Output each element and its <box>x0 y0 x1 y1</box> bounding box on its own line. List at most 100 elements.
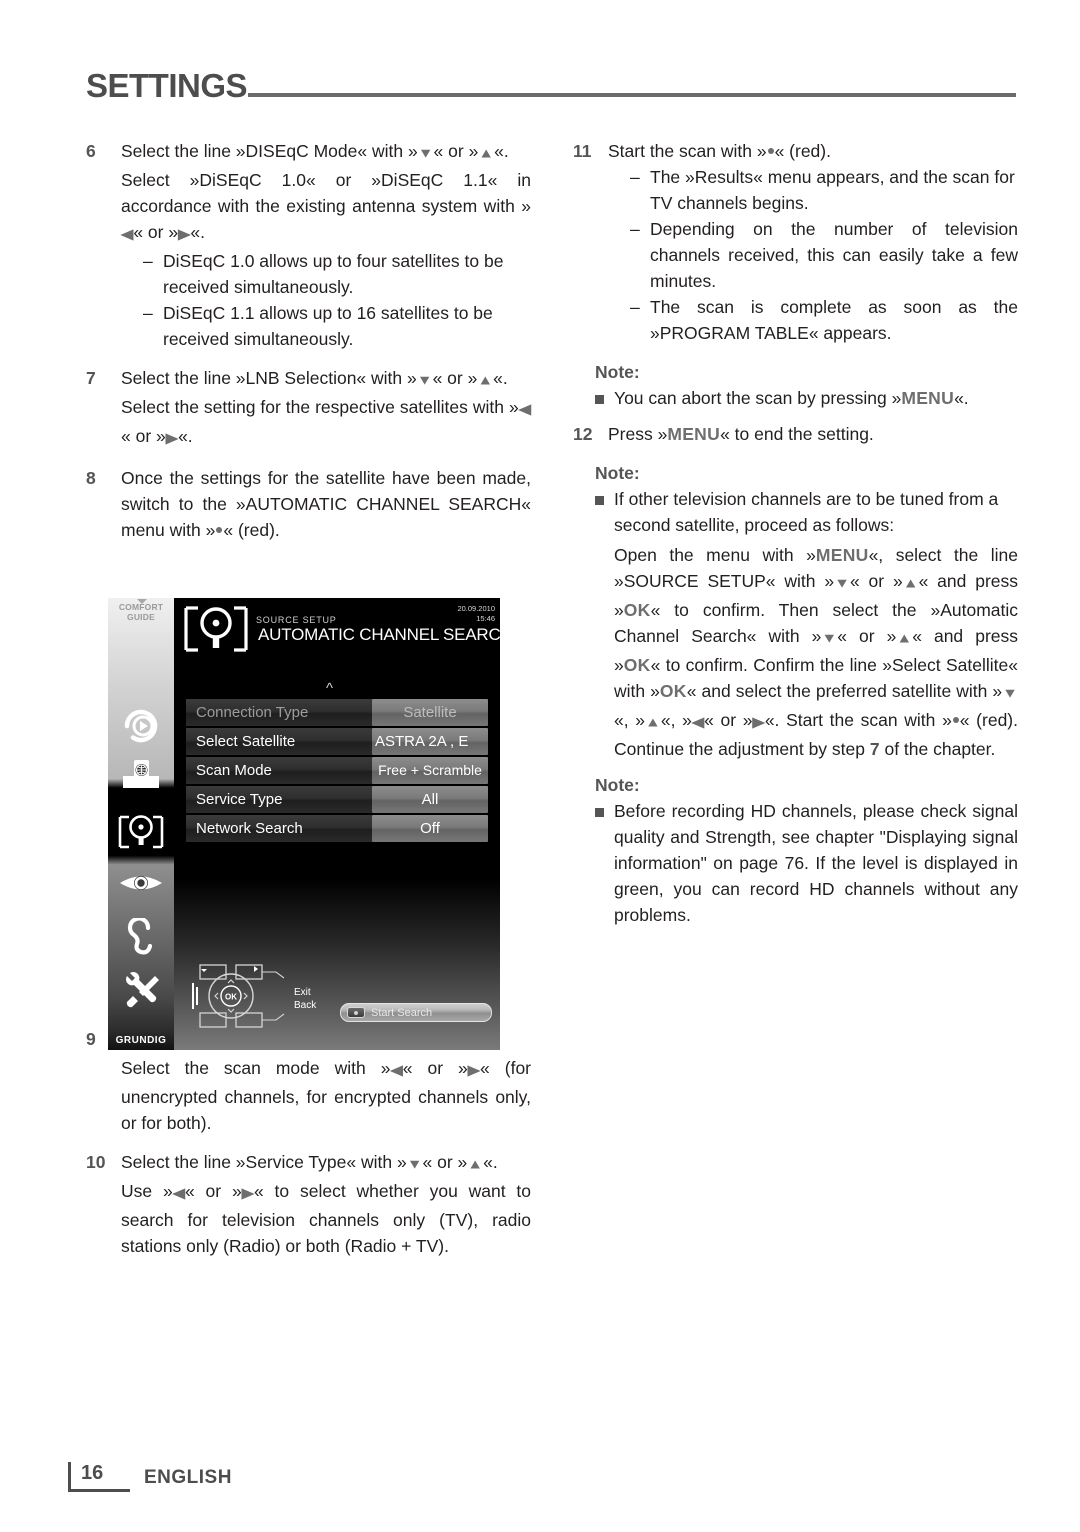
step-11-line1-b: « (red). <box>774 141 831 161</box>
menu-breadcrumb: SOURCE SETUP <box>256 615 337 625</box>
step-11-number: 11 <box>573 141 592 161</box>
page-number: 16 <box>81 1462 104 1484</box>
navigation-pad-diagram: OK <box>192 957 292 1040</box>
tv-sidebar: COMFORT GUIDE GRUNDIG <box>108 598 174 1050</box>
ear-icon <box>127 916 153 955</box>
step-7-line1: Select the line »LNB Selection« with »▼«… <box>121 365 531 394</box>
menu-title: AUTOMATIC CHANNEL SEARCH <box>258 625 500 644</box>
step-10-line1-a: Select the line »Service Type« with » <box>121 1152 407 1172</box>
menu-row-value[interactable]: ASTRA 2A , E <box>372 728 488 755</box>
step-8-line1: Once the settings for the satellite have… <box>121 465 531 543</box>
brand-logo: GRUNDIG <box>115 1035 167 1046</box>
step-8: 8 Once the settings for the satellite ha… <box>86 465 531 543</box>
arrow-left-icon: ◀ <box>390 1063 403 1078</box>
sidebar-item-source-setup-selected[interactable] <box>108 813 174 856</box>
arrow-right-icon: ▶ <box>165 431 179 446</box>
satellite-dish-icon <box>118 815 164 849</box>
key-menu-label: MENU <box>901 388 955 408</box>
menu-row-value[interactable]: Free + Scramble <box>372 757 488 784</box>
tv-main-area: SOURCE SETUP AUTOMATIC CHANNEL SEARCH 20… <box>174 598 500 1050</box>
arrow-right-icon: ▶ <box>178 227 191 242</box>
menu-row-network-search[interactable]: Network Search Off <box>186 815 488 842</box>
step-10-line2-b: « or » <box>185 1181 242 1201</box>
menu-satellite-logo <box>182 604 250 661</box>
step-11-line1-a: Start the scan with » <box>608 141 767 161</box>
menu-row-value[interactable]: All <box>372 786 488 813</box>
step-6-dash-1-text: DiSEqC 1.0 allows up to four satellites … <box>163 251 504 297</box>
menu-row-connection-type[interactable]: Connection Type Satellite <box>186 699 488 726</box>
step-7-line2-b: « or » <box>121 426 166 446</box>
n2-p15: of the chapter. <box>879 739 996 759</box>
step-6: 6 Select the line »DISEqC Mode« with »▼«… <box>86 138 531 352</box>
start-search-button[interactable]: Start Search <box>340 1003 492 1022</box>
key-ok-label: OK <box>659 681 687 701</box>
arrow-up-icon: ▲ <box>467 1157 484 1172</box>
step-10-line2-a: Use » <box>121 1181 173 1201</box>
step-8-line1-b: « (red). <box>223 520 280 540</box>
step-6-line2-b: « or » <box>133 222 179 242</box>
n2-p13: «. Start the scan with » <box>764 710 952 730</box>
arrow-up-icon: ▲ <box>902 576 919 591</box>
globe-screen-icon <box>123 760 159 788</box>
key-menu-label: MENU <box>815 545 869 565</box>
arrow-up-icon: ▲ <box>477 373 494 388</box>
menu-row-value[interactable]: Off <box>372 815 488 842</box>
step-10-line1-b: « or » <box>422 1152 468 1172</box>
note-2-paragraph: Open the menu with »MENU«, select the li… <box>614 542 1018 762</box>
nav-exit-label: Exit <box>294 987 311 998</box>
comfort-line-1: COMFORT <box>118 602 164 612</box>
sidebar-item-media[interactable] <box>108 706 174 751</box>
step-7-line2: Select the setting for the respective sa… <box>121 394 531 452</box>
menu-rows: Connection Type Satellite Select Satelli… <box>186 699 488 844</box>
arrow-left-icon: ◀ <box>172 1186 185 1201</box>
arrow-down-icon: ▼ <box>416 373 433 388</box>
step-6-line2: Select »DiSEqC 1.0« or »DiSEqC 1.1« in a… <box>121 167 531 248</box>
step-6-dash-1: – DiSEqC 1.0 allows up to four satellite… <box>143 248 531 300</box>
sidebar-item-network[interactable] <box>108 758 174 799</box>
red-key-icon <box>347 1007 365 1018</box>
step-11-sublist: – The »Results« menu appears, and the sc… <box>608 164 1018 346</box>
step-6-line1: Select the line »DISEqC Mode« with »▼« o… <box>121 138 531 167</box>
note-2-item: If other television channels are to be t… <box>573 486 1018 538</box>
step-11-dash-2-text: Depending on the number of television ch… <box>650 219 1018 291</box>
footer-corner-rule: 16 <box>68 1462 130 1492</box>
satellite-dish-icon <box>184 606 248 652</box>
step-12-text-b: « to end the setting. <box>720 424 874 444</box>
arrow-down-icon: ▼ <box>406 1157 423 1172</box>
arrow-left-icon: ◀ <box>691 715 705 730</box>
menu-datetime: 20.09.2010 15:46 <box>457 604 495 624</box>
menu-row-service-type[interactable]: Service Type All <box>186 786 488 813</box>
bullet-square-icon <box>595 385 614 411</box>
tv-sidebar-comfort-guide-label: COMFORT GUIDE <box>108 602 174 622</box>
sidebar-item-picture[interactable] <box>108 870 174 901</box>
note-1-item: You can abort the scan by pressing »MENU… <box>573 385 1018 411</box>
menu-row-value[interactable]: Satellite <box>372 699 488 726</box>
arrow-down-icon: ▼ <box>821 631 838 646</box>
dash-marker: – <box>143 251 153 271</box>
navigation-labels: Exit Back <box>294 986 316 1012</box>
step-10-line1-c: «. <box>483 1152 498 1172</box>
scroll-up-chevron-icon[interactable]: ^ <box>326 681 333 696</box>
note-3-title: Note: <box>595 775 640 795</box>
tv-screenshot-figure: COMFORT GUIDE GRUNDIG SOURCE SETUP AUTOM… <box>108 598 500 1050</box>
menu-row-select-satellite[interactable]: Select Satellite ASTRA 2A , E <box>186 728 488 755</box>
step-12-text-a: Press » <box>608 424 668 444</box>
menu-row-scan-mode[interactable]: Scan Mode Free + Scramble <box>186 757 488 784</box>
arrow-left-icon: ◀ <box>518 402 531 417</box>
step-11-dash-1-text: The »Results« menu appears, and the scan… <box>650 167 1015 213</box>
step-9-line2-a: Select the scan mode with » <box>121 1058 391 1078</box>
arrow-right-icon: ▶ <box>752 715 765 730</box>
step-11-dash-1: – The »Results« menu appears, and the sc… <box>630 164 1018 216</box>
n2-p11: «, » <box>660 710 692 730</box>
step-10: 10 Select the line »Service Type« with »… <box>86 1149 531 1259</box>
sidebar-item-sound[interactable] <box>108 916 174 963</box>
step-11-dash-3-text: The scan is complete as soon as the »PRO… <box>650 297 1018 343</box>
note-1-text-a: You can abort the scan by pressing » <box>614 388 902 408</box>
step-11-dash-3: – The scan is complete as soon as the »P… <box>630 294 1018 346</box>
bullet-square-icon <box>595 798 614 928</box>
n2-p9: « and select the preferred satellite wit… <box>686 681 1003 701</box>
sidebar-item-settings[interactable] <box>108 970 174 1015</box>
arrow-right-icon: ▶ <box>241 1186 254 1201</box>
n2-p10: «, » <box>614 710 645 730</box>
menu-row-label: Scan Mode <box>186 757 372 784</box>
